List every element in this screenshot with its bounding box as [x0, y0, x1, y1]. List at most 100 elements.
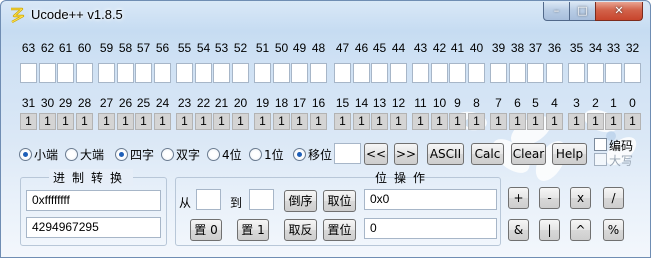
minus-button[interactable]: - [539, 187, 560, 209]
shift-amount-input[interactable] [334, 143, 361, 164]
bit-value-cell[interactable]: 1 [605, 113, 622, 130]
encoding-checkbox[interactable] [594, 138, 607, 151]
bit-value-cell[interactable]: 1 [291, 113, 308, 130]
bit-value-cell[interactable]: 1 [135, 113, 152, 130]
or-button[interactable]: | [539, 219, 560, 241]
high-bit-cell[interactable] [254, 63, 271, 83]
plus-button[interactable]: + [508, 187, 529, 209]
invert-button[interactable]: 取反 [284, 219, 317, 241]
high-bit-cell[interactable] [624, 63, 641, 83]
maximize-button[interactable]: □ [569, 2, 596, 21]
hex-value-field[interactable]: 0xffffffff [26, 190, 161, 211]
high-bit-cell[interactable] [57, 63, 74, 83]
high-bit-cell[interactable] [587, 63, 604, 83]
high-bit-cell[interactable] [468, 63, 485, 83]
divide-button[interactable]: / [603, 187, 624, 209]
get-bit-button[interactable]: 取位 [323, 190, 356, 212]
result-decimal-field[interactable]: 0 [364, 218, 497, 239]
shift-right-button[interactable]: >> [394, 143, 418, 165]
bit-value-cell[interactable]: 1 [20, 113, 37, 130]
radio-four-bit[interactable]: 4位 [207, 146, 242, 162]
high-bit-cell[interactable] [449, 63, 466, 83]
high-bit-cell[interactable] [412, 63, 429, 83]
result-hex-field[interactable]: 0x0 [364, 189, 497, 210]
bit-value-cell[interactable]: 1 [273, 113, 290, 130]
uppercase-checkbox[interactable] [594, 153, 607, 166]
xor-button[interactable]: ^ [570, 219, 591, 241]
high-bit-cell[interactable] [195, 63, 212, 83]
radio-big-endian[interactable]: 大端 [65, 146, 104, 162]
high-bit-cell[interactable] [490, 63, 507, 83]
bit-value-cell[interactable]: 1 [412, 113, 429, 130]
bit-value-cell[interactable]: 1 [431, 113, 448, 130]
minimize-button[interactable]: – [543, 2, 570, 21]
reverse-button[interactable]: 倒序 [284, 190, 317, 212]
radio-two-byte[interactable]: 双字 [161, 146, 200, 162]
high-bit-cell[interactable] [291, 63, 308, 83]
clear-button[interactable]: Clear [511, 143, 546, 165]
high-bit-cell[interactable] [509, 63, 526, 83]
high-bit-cell[interactable] [117, 63, 134, 83]
title-bar[interactable]: Ucode++ v1.8.5 – □ ✕ [1, 1, 650, 29]
bit-value-cell[interactable]: 1 [117, 113, 134, 130]
radio-shift[interactable]: 移位 [293, 146, 332, 162]
high-bit-cell[interactable] [527, 63, 544, 83]
bit-value-cell[interactable]: 1 [509, 113, 526, 130]
bit-value-cell[interactable]: 1 [213, 113, 230, 130]
bit-value-cell[interactable]: 1 [76, 113, 93, 130]
to-bit-input[interactable] [249, 189, 274, 210]
high-bit-cell[interactable] [273, 63, 290, 83]
mod-button[interactable]: % [603, 219, 624, 241]
bit-value-cell[interactable]: 1 [587, 113, 604, 130]
high-bit-cell[interactable] [98, 63, 115, 83]
bit-value-cell[interactable]: 1 [449, 113, 466, 130]
decimal-value-field[interactable]: 4294967295 [26, 217, 161, 238]
bit-value-cell[interactable]: 1 [353, 113, 370, 130]
high-bit-cell[interactable] [605, 63, 622, 83]
set-one-button[interactable]: 置 1 [237, 219, 269, 241]
radio-one-bit[interactable]: 1位 [249, 146, 284, 162]
high-bit-cell[interactable] [390, 63, 407, 83]
and-button[interactable]: & [508, 219, 529, 241]
set-bit-button[interactable]: 置位 [323, 219, 356, 241]
bit-value-cell[interactable]: 1 [39, 113, 56, 130]
high-bit-cell[interactable] [154, 63, 171, 83]
bit-value-cell[interactable]: 1 [310, 113, 327, 130]
high-bit-cell[interactable] [20, 63, 37, 83]
bit-value-cell[interactable]: 1 [57, 113, 74, 130]
high-bit-cell[interactable] [176, 63, 193, 83]
bit-value-cell[interactable]: 1 [624, 113, 641, 130]
high-bit-cell[interactable] [353, 63, 370, 83]
bit-value-cell[interactable]: 1 [568, 113, 585, 130]
bit-value-cell[interactable]: 1 [334, 113, 351, 130]
bit-value-cell[interactable]: 1 [527, 113, 544, 130]
high-bit-cell[interactable] [371, 63, 388, 83]
bit-value-cell[interactable]: 1 [232, 113, 249, 130]
bit-value-cell[interactable]: 1 [490, 113, 507, 130]
high-bit-cell[interactable] [135, 63, 152, 83]
high-bit-cell[interactable] [568, 63, 585, 83]
high-bit-cell[interactable] [213, 63, 230, 83]
shift-left-button[interactable]: << [364, 143, 388, 165]
bit-value-cell[interactable]: 1 [254, 113, 271, 130]
bit-value-cell[interactable]: 1 [390, 113, 407, 130]
help-button[interactable]: Help [552, 143, 587, 165]
high-bit-cell[interactable] [431, 63, 448, 83]
bit-value-cell[interactable]: 1 [371, 113, 388, 130]
high-bit-cell[interactable] [39, 63, 56, 83]
bit-value-cell[interactable]: 1 [98, 113, 115, 130]
set-zero-button[interactable]: 置 0 [190, 219, 222, 241]
ascii-button[interactable]: ASCII [427, 143, 464, 165]
radio-little-endian[interactable]: 小端 [19, 146, 58, 162]
multiply-button[interactable]: x [570, 187, 591, 209]
bit-value-cell[interactable]: 1 [176, 113, 193, 130]
bit-value-cell[interactable]: 1 [154, 113, 171, 130]
bit-value-cell[interactable]: 1 [468, 113, 485, 130]
close-button[interactable]: ✕ [595, 2, 643, 21]
bit-value-cell[interactable]: 1 [546, 113, 563, 130]
high-bit-cell[interactable] [76, 63, 93, 83]
from-bit-input[interactable] [196, 189, 221, 210]
radio-four-byte[interactable]: 四字 [115, 146, 154, 162]
high-bit-cell[interactable] [546, 63, 563, 83]
calc-button[interactable]: Calc [471, 143, 504, 165]
